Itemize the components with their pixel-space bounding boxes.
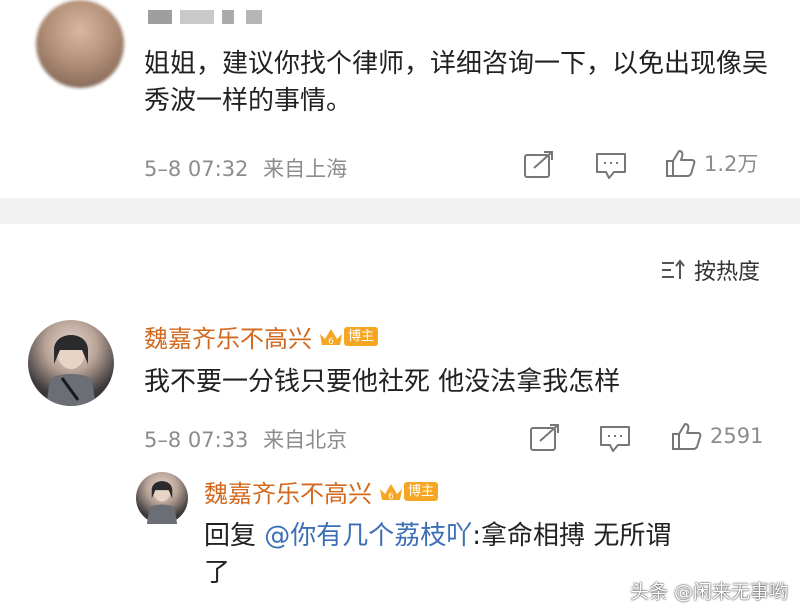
reply-username[interactable]: 魏嘉齐乐不高兴 xyxy=(204,474,372,509)
comment-text: 我不要一分钱只要他社死 他没法拿我怎样 xyxy=(144,367,621,397)
comment-meta: 5–8 07:32 来自上海 xyxy=(144,153,347,183)
crown-icon: 6 xyxy=(380,483,402,502)
mention-link[interactable]: @你有几个荔枝吖 xyxy=(264,521,472,551)
crown-icon: 6 xyxy=(320,328,342,347)
username-redacted xyxy=(148,10,172,24)
share-button[interactable] xyxy=(528,423,562,457)
comment-text: 姐姐，建议你找个律师，详细咨询一下，以免出现像吴秀波一样的事情。 xyxy=(144,49,769,116)
reply-content: :拿命相搏 无所谓 xyxy=(472,521,672,551)
username[interactable]: 魏嘉齐乐不高兴 xyxy=(144,319,312,354)
comment-author-row: 魏嘉齐乐不高兴 6 博主 xyxy=(144,319,379,354)
badge-label: 博主 xyxy=(344,327,379,346)
comment-icon xyxy=(596,153,626,179)
like-count: 2591 xyxy=(710,424,764,448)
username-redacted xyxy=(246,10,262,24)
share-button[interactable] xyxy=(522,150,556,184)
username-redacted xyxy=(222,10,234,24)
reply-content-continued: 了 xyxy=(204,558,231,588)
like-button[interactable]: 1.2万 xyxy=(664,148,758,178)
blogger-badge: 6 博主 xyxy=(378,481,439,503)
sort-by-hot-button[interactable]: 按热度 xyxy=(660,255,760,285)
share-icon xyxy=(524,151,553,178)
share-icon xyxy=(530,424,559,451)
avatar[interactable] xyxy=(28,320,114,406)
reply-prefix: 回复 xyxy=(204,521,257,551)
avatar[interactable] xyxy=(36,0,124,88)
avatar-portrait-icon xyxy=(146,481,178,524)
comment-location: 来自上海 xyxy=(263,157,348,181)
badge-label: 博主 xyxy=(404,482,439,501)
username-redacted xyxy=(180,10,214,24)
section-divider xyxy=(0,198,800,224)
comment-location: 来自北京 xyxy=(263,428,348,452)
watermark: 头条 @闲来无事哟 xyxy=(629,581,788,603)
blogger-badge: 6 博主 xyxy=(318,326,379,348)
like-count: 1.2万 xyxy=(704,152,759,176)
comment-time: 5–8 07:32 xyxy=(144,157,249,181)
comment-time: 5–8 07:33 xyxy=(144,428,249,452)
thumbs-up-icon xyxy=(672,423,702,450)
sort-icon xyxy=(662,259,685,279)
reply-avatar[interactable] xyxy=(136,472,188,524)
comment-meta: 5–8 07:33 来自北京 xyxy=(144,424,347,454)
svg-text:6: 6 xyxy=(388,492,394,502)
like-button[interactable]: 2591 xyxy=(670,421,763,451)
sort-label: 按热度 xyxy=(694,260,761,285)
avatar-portrait-icon xyxy=(46,335,96,406)
comment-icon xyxy=(600,426,630,452)
reply-button[interactable] xyxy=(594,150,628,184)
reply-button[interactable] xyxy=(598,423,632,457)
reply-author-row: 魏嘉齐乐不高兴 6 博主 xyxy=(204,474,439,509)
svg-text:6: 6 xyxy=(328,337,334,347)
thumbs-up-icon xyxy=(666,150,696,177)
